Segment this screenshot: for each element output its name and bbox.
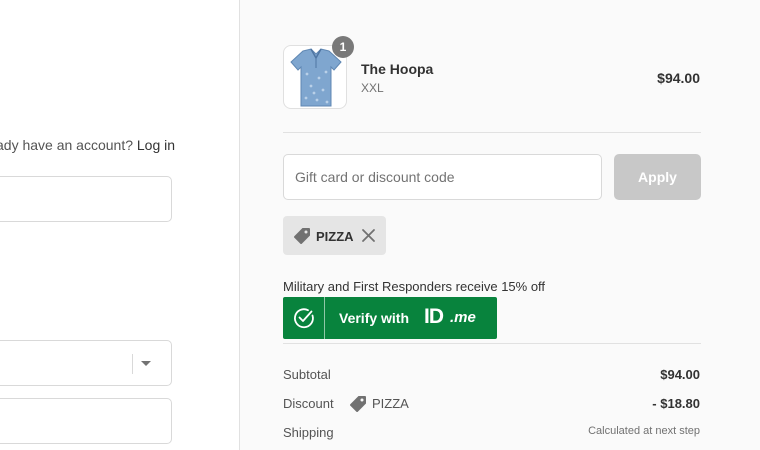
summary-discount-code: PIZZA — [372, 396, 409, 411]
name-field[interactable] — [0, 398, 172, 444]
apply-discount-button[interactable]: Apply — [614, 154, 701, 200]
verify-label: Verify with — [339, 310, 410, 326]
country-select[interactable] — [0, 340, 172, 386]
shipping-value: Calculated at next step — [588, 425, 700, 437]
applied-discount-code: PIZZA — [316, 229, 354, 244]
discount-code-input[interactable] — [283, 154, 602, 200]
select-divider — [132, 354, 133, 374]
product-variant: XXL — [361, 81, 384, 95]
login-link[interactable]: Log in — [137, 137, 175, 153]
idme-promo-text: Military and First Responders receive 15… — [283, 279, 546, 294]
divider — [283, 132, 701, 133]
subtotal-value: $94.00 — [660, 367, 700, 382]
polo-shirt-icon — [290, 48, 342, 107]
close-icon[interactable] — [361, 228, 376, 243]
idme-logo-me: .me — [450, 309, 476, 326]
idme-logo-id: ID — [424, 305, 444, 328]
applied-discount-chip: PIZZA — [283, 216, 386, 255]
check-circle-icon — [294, 308, 314, 329]
account-prompt: ady have an account? Log in — [0, 137, 175, 153]
tag-icon — [294, 228, 310, 244]
checkout-form-pane: ady have an account? Log in — [0, 0, 239, 450]
chevron-down-icon — [141, 361, 151, 366]
product-name: The Hoopa — [361, 61, 434, 77]
idme-check-container — [283, 297, 325, 339]
quantity-badge: 1 — [332, 36, 354, 58]
contact-field[interactable] — [0, 176, 172, 222]
account-prompt-text: ady have an account? — [0, 137, 133, 153]
order-summary-pane: 1 The Hoopa XXL $94.00 Apply PIZZA Milit… — [239, 0, 760, 450]
product-price: $94.00 — [657, 70, 700, 86]
discount-value: - $18.80 — [652, 396, 700, 411]
tag-icon — [350, 396, 366, 412]
divider — [283, 343, 701, 344]
discount-label: Discount — [283, 396, 334, 411]
subtotal-label: Subtotal — [283, 367, 331, 382]
verify-idme-button[interactable]: Verify with ID .me — [283, 297, 497, 339]
shipping-label: Shipping — [283, 425, 334, 440]
